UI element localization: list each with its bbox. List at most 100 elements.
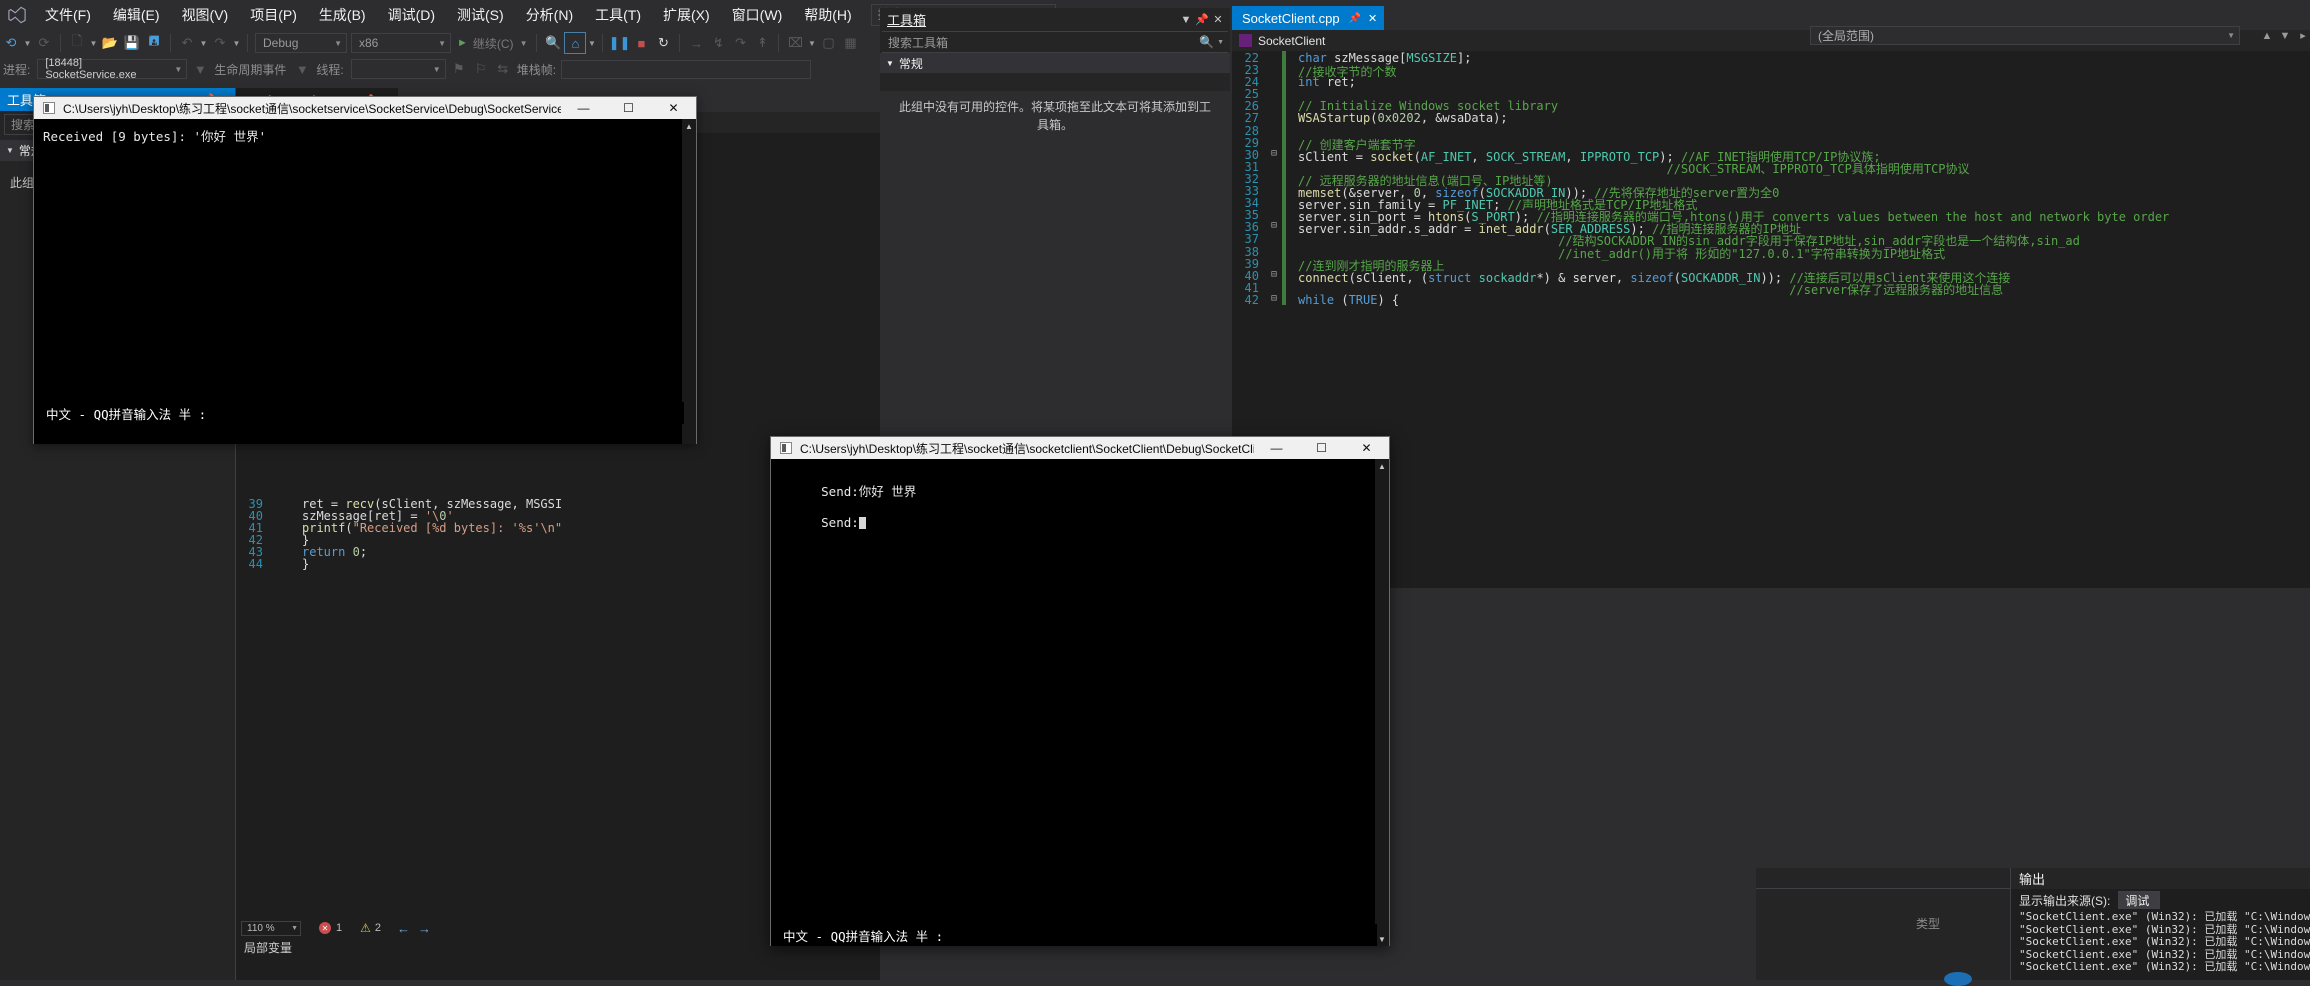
warning-count[interactable]: ⚠ 2 <box>360 921 381 935</box>
search-icon[interactable]: 🔍 <box>1199 35 1214 49</box>
save-all-icon[interactable]: 🖪 <box>143 32 165 54</box>
fold-margin[interactable]: ⊟ <box>1266 148 1282 160</box>
show-next-statement-icon[interactable]: → <box>685 32 707 54</box>
fold-margin[interactable] <box>1266 51 1282 63</box>
scroll-up-icon[interactable]: ▲ <box>1375 459 1389 473</box>
chevron-down-icon[interactable]: ▼ <box>1178 14 1194 26</box>
fold-margin[interactable] <box>270 509 286 521</box>
fold-margin[interactable] <box>270 533 286 545</box>
swap-threads-icon[interactable]: ⇆ <box>492 58 514 80</box>
thread-combo[interactable]: ▼ <box>350 59 446 79</box>
close-icon[interactable]: ✕ <box>1368 12 1377 25</box>
thread-filter-icon[interactable]: ▼ <box>291 58 313 80</box>
nav-back-icon[interactable]: ← <box>397 921 410 936</box>
tab-socketclient-cpp[interactable]: SocketClient.cpp 📌 ✕ <box>1232 6 1385 30</box>
close-button[interactable]: ✕ <box>1344 437 1389 459</box>
menu-analyze[interactable]: 分析(N) <box>515 0 584 30</box>
navigate-forward-icon[interactable]: ⟳ <box>33 32 55 54</box>
fold-margin[interactable] <box>1266 196 1282 208</box>
code-area-right[interactable]: 22 char szMessage[MSGSIZE]; 23 //接收字节的个数 24 i… <box>1232 51 2310 588</box>
fold-margin[interactable] <box>1266 136 1282 148</box>
navigate-backward-icon[interactable]: ⟲ <box>0 32 22 54</box>
diagnostics-dropdown-icon[interactable]: ▼ <box>806 32 817 54</box>
pin-icon[interactable]: 📌 <box>1349 13 1361 24</box>
fold-margin[interactable] <box>1266 87 1282 99</box>
fold-margin[interactable] <box>1266 63 1282 75</box>
fold-margin[interactable]: ⊟ <box>1266 293 1282 305</box>
menu-view[interactable]: 视图(V) <box>171 0 240 30</box>
menu-window[interactable]: 窗口(W) <box>721 0 794 30</box>
fold-margin[interactable] <box>1266 208 1282 220</box>
fold-margin[interactable] <box>1266 124 1282 136</box>
fold-margin[interactable] <box>1266 172 1282 184</box>
menu-help[interactable]: 帮助(H) <box>793 0 862 30</box>
fold-margin[interactable] <box>1266 160 1282 172</box>
server-console-body[interactable]: Received [9 bytes]: '你好 世界' ▲ 中文 - QQ拼音输… <box>34 119 696 444</box>
fold-margin[interactable] <box>1266 111 1282 123</box>
menu-tools[interactable]: 工具(T) <box>584 0 652 30</box>
nav-down-icon[interactable]: ▼ <box>2276 26 2294 45</box>
fold-margin[interactable]: ⊟ <box>1266 220 1282 232</box>
fold-margin[interactable] <box>1266 99 1282 111</box>
console-window-server[interactable]: C:\Users\jyh\Desktop\练习工程\socket通信\socke… <box>33 96 697 444</box>
fold-margin[interactable] <box>270 497 286 509</box>
minimize-button[interactable]: — <box>561 97 606 119</box>
scroll-up-icon[interactable]: ▲ <box>682 119 696 133</box>
fold-margin[interactable] <box>1266 281 1282 293</box>
fold-margin[interactable] <box>1266 257 1282 269</box>
menu-extensions[interactable]: 扩展(X) <box>652 0 721 30</box>
menu-edit[interactable]: 编辑(E) <box>102 0 171 30</box>
fold-margin[interactable] <box>1266 245 1282 257</box>
scope-combo[interactable]: (全局范围) ▼ <box>1810 26 2240 45</box>
output-source-combo[interactable]: 调试 <box>2118 891 2161 909</box>
client-console-body[interactable]: Send:你好 世界 Send: ▲ ▼ 中文 - QQ拼音输入法 半 : <box>771 459 1389 946</box>
menu-project[interactable]: 项目(P) <box>239 0 308 30</box>
maximize-button[interactable]: ☐ <box>1299 437 1344 459</box>
attach-process-icon[interactable]: 🔍 <box>542 32 564 54</box>
close-button[interactable]: ✕ <box>651 97 696 119</box>
hot-reload-dropdown-icon[interactable]: ▼ <box>586 32 597 54</box>
maximize-button[interactable]: ☐ <box>606 97 651 119</box>
toolbox-right-search[interactable]: 搜索工具箱 🔍 ▼ <box>882 31 1228 53</box>
restart-icon[interactable]: ↻ <box>652 32 674 54</box>
menu-file[interactable]: 文件(F) <box>34 0 102 30</box>
flag-filter-icon[interactable]: ⚑ <box>448 58 470 80</box>
redo-dropdown-icon[interactable]: ▼ <box>231 32 242 54</box>
save-icon[interactable]: 💾 <box>121 32 143 54</box>
zoom-control[interactable]: 110 % ▼ <box>241 920 301 936</box>
server-console-titlebar[interactable]: C:\Users\jyh\Desktop\练习工程\socket通信\socke… <box>34 97 696 119</box>
undo-dropdown-icon[interactable]: ▼ <box>198 32 209 54</box>
new-project-icon[interactable]: 🗋 <box>66 32 88 54</box>
solution-configuration-combo[interactable]: Debug ▼ <box>255 33 347 53</box>
toolbox-right-group-general[interactable]: ▼ 常规 <box>880 53 1230 73</box>
nav-up-icon[interactable]: ▲ <box>2258 26 2276 45</box>
close-icon[interactable]: ✕ <box>1210 13 1226 26</box>
navigate-backward-dropdown-icon[interactable]: ▼ <box>22 32 33 54</box>
nav-expand-icon[interactable]: ▸ <box>2294 26 2310 45</box>
fold-margin[interactable] <box>270 557 286 569</box>
fold-margin[interactable] <box>1266 184 1282 196</box>
pin-icon[interactable]: 📌 <box>1194 13 1210 26</box>
menu-debug[interactable]: 调试(D) <box>377 0 446 30</box>
nav-forward-icon[interactable]: → <box>418 921 431 936</box>
redo-icon[interactable]: ↷ <box>209 32 231 54</box>
toolbox-right-header[interactable]: 工具箱 ▼ 📌 ✕ <box>880 8 1230 31</box>
minimize-button[interactable]: — <box>1254 437 1299 459</box>
step-out-icon[interactable]: ↟ <box>751 32 773 54</box>
diagnostics-icon[interactable]: ⌧ <box>784 32 806 54</box>
toggle-bookmark-icon[interactable]: ▢ <box>817 32 839 54</box>
fold-margin[interactable] <box>270 545 286 557</box>
client-console-titlebar[interactable]: C:\Users\jyh\Desktop\练习工程\socket通信\socke… <box>771 437 1389 459</box>
chevron-down-icon[interactable]: ▼ <box>1217 39 1224 46</box>
client-console-scrollbar[interactable]: ▲ ▼ <box>1375 459 1389 946</box>
unflag-icon[interactable]: ⚐ <box>470 58 492 80</box>
process-combo[interactable]: [18448] SocketService.exe ▼ <box>37 57 188 81</box>
fold-margin[interactable] <box>1266 75 1282 87</box>
undo-icon[interactable]: ↶ <box>176 32 198 54</box>
menu-test[interactable]: 测试(S) <box>446 0 515 30</box>
fold-margin[interactable]: ⊟ <box>1266 269 1282 281</box>
new-project-dropdown-icon[interactable]: ▼ <box>88 32 99 54</box>
fold-margin[interactable] <box>1266 232 1282 244</box>
step-into-icon[interactable]: ↯ <box>707 32 729 54</box>
fold-margin[interactable] <box>270 521 286 533</box>
